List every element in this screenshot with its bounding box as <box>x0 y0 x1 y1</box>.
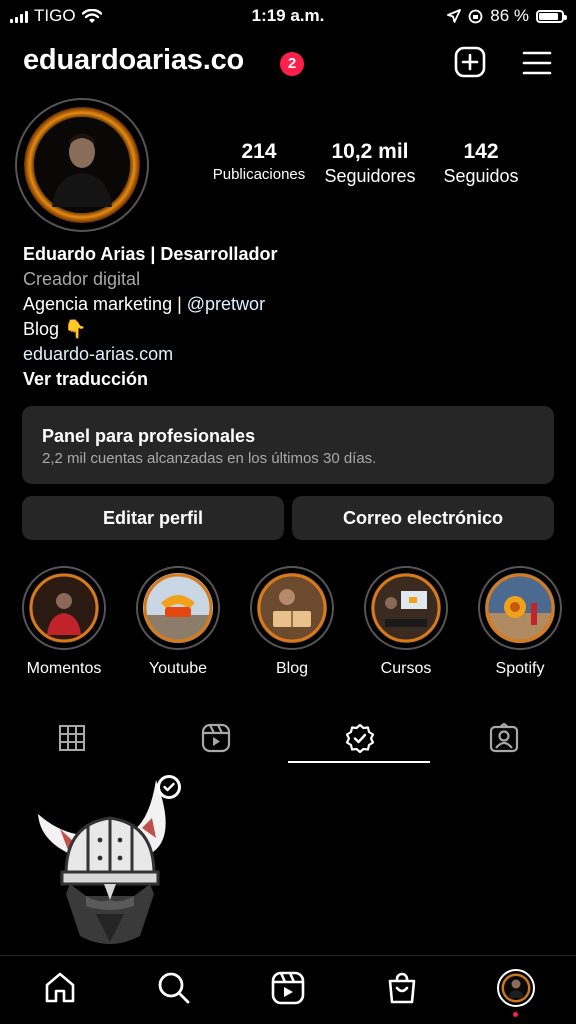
menu-button[interactable] <box>522 50 552 76</box>
highlight-cover <box>371 573 441 643</box>
home-icon <box>45 972 75 1003</box>
nav-profile[interactable] <box>496 968 536 1008</box>
highlight-spotify[interactable]: Spotify <box>476 566 564 678</box>
orientation-lock-icon <box>468 9 483 23</box>
stat-following-value: 142 <box>463 140 499 163</box>
highlight-cover <box>29 573 99 643</box>
notification-badge[interactable]: 2 <box>280 52 304 76</box>
bottom-nav-divider <box>0 955 576 956</box>
profile-avatar <box>497 969 535 1007</box>
tab-tagged[interactable] <box>432 714 576 762</box>
bio-line-blog: Blog 👇 <box>23 319 87 339</box>
status-bar: TIGO 1:19 a.m. 86 % <box>0 0 576 32</box>
highlight-blog[interactable]: Blog <box>248 566 336 678</box>
battery-icon <box>536 9 567 23</box>
post-verified-badge <box>156 774 182 800</box>
highlight-label: Momentos <box>26 660 102 677</box>
post-thumbnail[interactable] <box>30 774 190 946</box>
highlight-ring <box>364 566 448 650</box>
bio-line: Agencia marketing | @pretwor <box>23 292 277 317</box>
profile-activity-dot <box>513 1012 518 1017</box>
stat-following[interactable]: 142 Seguidos <box>433 140 529 187</box>
professional-dashboard[interactable]: Panel para profesionales 2,2 mil cuentas… <box>22 406 554 484</box>
tab-reels[interactable] <box>144 714 288 762</box>
plus-square-icon <box>454 46 486 78</box>
search-icon <box>158 972 190 1004</box>
profile-tabs <box>0 714 576 764</box>
create-button[interactable] <box>454 46 486 78</box>
profile-category: Creador digital <box>23 269 141 289</box>
reels-icon <box>271 971 305 1005</box>
nav-home[interactable] <box>40 968 80 1008</box>
nav-shop[interactable] <box>382 968 422 1008</box>
highlight-ring <box>250 566 334 650</box>
stat-followers[interactable]: 10,2 mil Seguidores <box>315 140 425 187</box>
highlight-cover <box>485 573 555 643</box>
see-translation-link[interactable]: Ver traducción <box>23 367 277 392</box>
highlight-label: Blog <box>275 660 309 677</box>
profile-name: Eduardo Arias | Desarrollador <box>23 244 278 264</box>
highlight-momentos[interactable]: Momentos <box>20 566 108 678</box>
shop-icon <box>388 972 416 1004</box>
highlight-ring <box>22 566 106 650</box>
nav-search[interactable] <box>154 968 194 1008</box>
stat-posts-label: Publicaciones <box>212 166 306 183</box>
tab-grid[interactable] <box>0 714 144 762</box>
verified-check-icon <box>345 723 375 753</box>
email-button[interactable]: Correo electrónico <box>292 496 554 540</box>
hamburger-menu-icon <box>522 51 552 75</box>
highlight-cover <box>257 573 327 643</box>
stat-followers-value: 10,2 mil <box>331 140 409 163</box>
website-link[interactable]: eduardo-arias.com <box>23 342 277 367</box>
location-icon <box>447 9 462 23</box>
profile-username[interactable]: eduardoarias.co <box>23 44 244 77</box>
highlight-label: Cursos <box>380 660 432 677</box>
tab-verified[interactable] <box>288 714 432 762</box>
highlight-youtube[interactable]: Youtube <box>134 566 222 678</box>
nav-reels[interactable] <box>268 968 308 1008</box>
highlight-label: Spotify <box>495 660 545 677</box>
profile-bio: Eduardo Arias | Desarrollador Creador di… <box>23 242 277 392</box>
stat-posts[interactable]: 214 Publicaciones <box>205 140 313 183</box>
stat-followers-label: Seguidores <box>324 166 416 186</box>
tagged-icon <box>489 723 519 753</box>
reels-icon <box>201 723 231 753</box>
battery-percent: 86 % <box>490 6 529 25</box>
highlight-ring <box>478 566 562 650</box>
active-tab-indicator <box>288 761 430 763</box>
bio-mention-link[interactable]: @pretwor <box>187 294 265 314</box>
edit-profile-button[interactable]: Editar perfil <box>22 496 284 540</box>
stat-posts-value: 214 <box>241 140 277 163</box>
dashboard-subtitle: 2,2 mil cuentas alcanzadas en los último… <box>42 450 377 467</box>
grid-icon <box>59 725 85 751</box>
verified-badge-icon <box>157 775 181 799</box>
highlight-cursos[interactable]: Cursos <box>362 566 450 678</box>
profile-avatar[interactable] <box>24 107 140 223</box>
highlight-ring <box>136 566 220 650</box>
stat-following-label: Seguidos <box>443 166 519 186</box>
bio-text: Agencia marketing | <box>23 294 187 314</box>
highlight-label: Youtube <box>148 660 208 677</box>
dashboard-title: Panel para profesionales <box>42 426 256 446</box>
highlight-cover <box>143 573 213 643</box>
